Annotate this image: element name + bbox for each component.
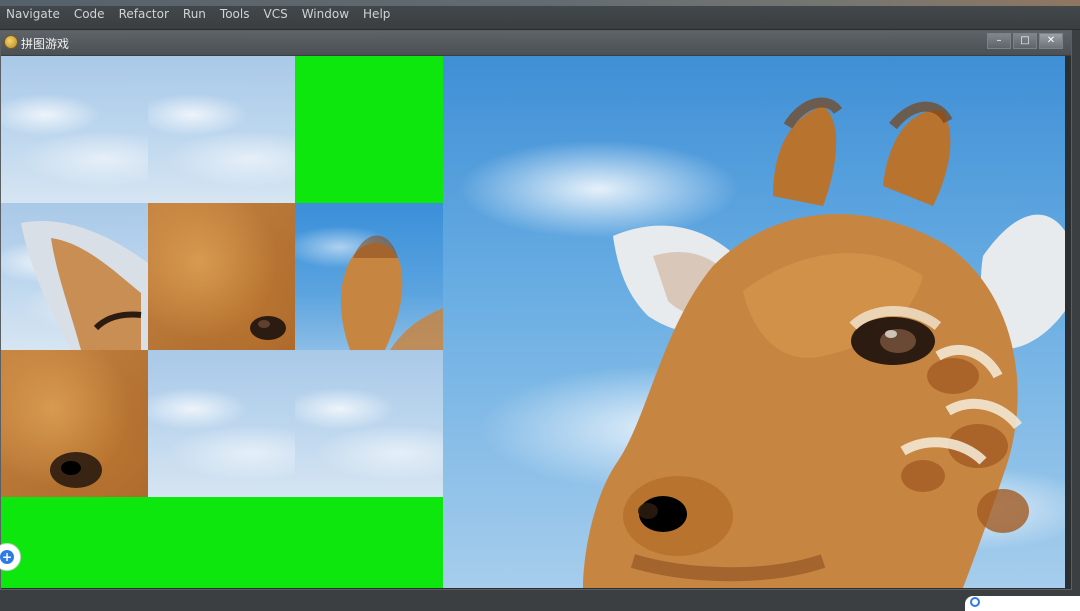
bottom-bar xyxy=(0,590,1080,611)
plus-circle-icon: + xyxy=(0,550,14,564)
empty-tile[interactable] xyxy=(295,56,443,203)
window-controls: – □ ✕ xyxy=(987,33,1063,49)
menu-vcs[interactable]: VCS xyxy=(263,7,287,21)
puzzle-board xyxy=(1,56,443,588)
giraffe-ear-left xyxy=(21,221,148,350)
maximize-button[interactable]: □ xyxy=(1013,33,1037,49)
puzzle-tile[interactable] xyxy=(148,56,295,203)
menu-help[interactable]: Help xyxy=(363,7,390,21)
puzzle-tile[interactable] xyxy=(148,350,295,497)
puzzle-tile[interactable] xyxy=(148,203,295,350)
giraffe-nose-piece xyxy=(50,452,102,488)
close-button[interactable]: ✕ xyxy=(1039,33,1063,49)
giraffe-horn-piece xyxy=(340,235,443,350)
giraffe-eye-piece xyxy=(250,316,286,340)
puzzle-tile[interactable] xyxy=(1,56,148,203)
search-icon xyxy=(970,597,980,607)
game-client-area: + xyxy=(0,56,1065,588)
puzzle-tile[interactable] xyxy=(1,350,148,497)
ide-menu: Navigate Code Refactor Run Tools VCS Win… xyxy=(6,7,390,21)
empty-row xyxy=(1,497,443,588)
menu-navigate[interactable]: Navigate xyxy=(6,7,60,21)
menu-code[interactable]: Code xyxy=(74,7,105,21)
giraffe-illustration xyxy=(583,97,1065,588)
reference-image xyxy=(443,56,1065,588)
menu-tools[interactable]: Tools xyxy=(220,7,250,21)
puzzle-tile[interactable] xyxy=(1,203,148,350)
menu-run[interactable]: Run xyxy=(183,7,206,21)
game-window: 拼图游戏 – □ ✕ + xyxy=(0,30,1072,590)
puzzle-tile[interactable] xyxy=(295,350,443,497)
ide-top-strip xyxy=(0,0,1080,6)
giraffe-app-icon xyxy=(4,35,18,49)
window-title: 拼图游戏 xyxy=(21,37,70,51)
ide-menubar: Navigate Code Refactor Run Tools VCS Win… xyxy=(0,0,1080,30)
search-pill[interactable] xyxy=(965,596,1080,611)
menu-window[interactable]: Window xyxy=(302,7,349,21)
puzzle-tile[interactable] xyxy=(295,203,443,350)
menu-refactor[interactable]: Refactor xyxy=(119,7,169,21)
minimize-button[interactable]: – xyxy=(987,33,1011,49)
window-titlebar[interactable]: 拼图游戏 – □ ✕ xyxy=(1,31,1071,56)
